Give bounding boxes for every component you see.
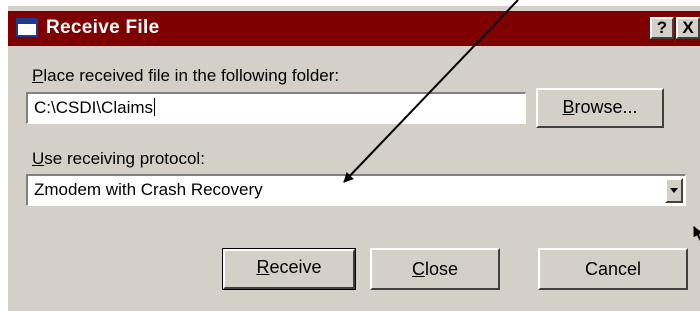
text-caret xyxy=(154,98,156,116)
receive-button[interactable]: Receive xyxy=(222,248,356,290)
browse-accesskey: B xyxy=(562,97,575,117)
protocol-label-accesskey: U xyxy=(32,149,45,168)
protocol-selected-value: Zmodem with Crash Recovery xyxy=(34,180,263,199)
folder-input-value: C:\CSDI\Claims xyxy=(34,98,154,117)
receive-file-dialog: Receive File ? X Place received file in … xyxy=(6,6,700,311)
browse-button[interactable]: Browse... xyxy=(536,88,664,128)
folder-label: Place received file in the following fol… xyxy=(32,66,339,86)
folder-input[interactable]: C:\CSDI\Claims xyxy=(26,92,526,124)
folder-label-text: lace received file in the following fold… xyxy=(43,66,340,85)
close-button[interactable]: Close xyxy=(370,248,500,290)
title-bar[interactable]: Receive File ? X xyxy=(8,11,700,46)
protocol-label: Use receiving protocol: xyxy=(32,149,205,169)
folder-label-accesskey: P xyxy=(32,66,44,85)
help-button[interactable]: ? xyxy=(650,17,674,39)
protocol-label-text: se receiving protocol: xyxy=(44,149,205,168)
chevron-down-icon[interactable] xyxy=(665,178,683,203)
window-icon xyxy=(16,18,38,37)
dialog-title: Receive File xyxy=(46,17,160,38)
close-accesskey: C xyxy=(411,259,425,279)
cancel-button[interactable]: Cancel xyxy=(538,248,688,290)
cancel-label: Cancel xyxy=(584,259,642,279)
close-label: lose xyxy=(424,259,459,279)
protocol-select[interactable]: Zmodem with Crash Recovery xyxy=(26,174,686,206)
close-window-button[interactable]: X xyxy=(676,17,700,39)
browse-label: rowse... xyxy=(574,97,638,117)
